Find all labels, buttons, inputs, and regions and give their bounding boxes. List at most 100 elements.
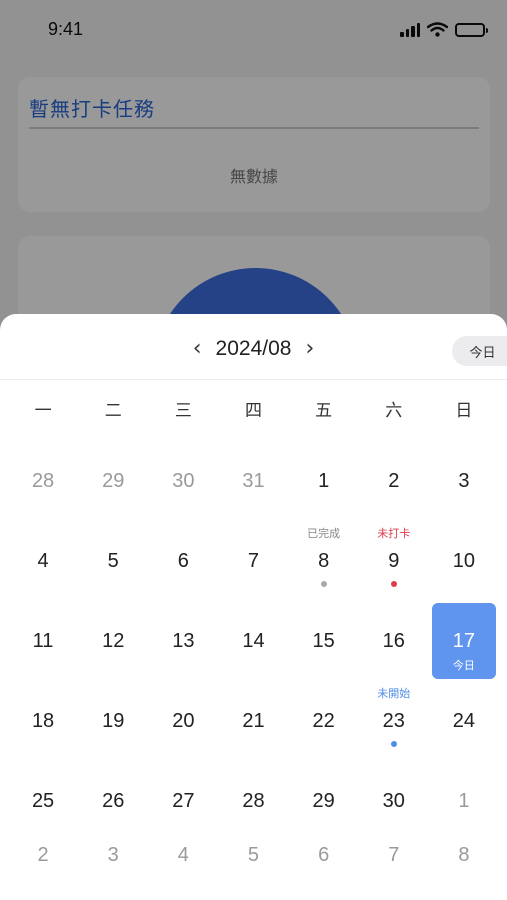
month-navigator: ‹ 2024/08 › xyxy=(0,334,507,364)
sheet-divider xyxy=(0,379,507,380)
calendar-day[interactable]: 10 xyxy=(429,523,499,603)
day-number: 9 xyxy=(388,550,400,572)
day-number: 16 xyxy=(382,630,405,652)
day-number: 18 xyxy=(31,710,55,732)
calendar-day[interactable]: 29 xyxy=(78,443,148,523)
calendar-day[interactable]: 21 xyxy=(218,683,288,763)
day-cell-inner: 29 xyxy=(292,763,356,839)
day-number: 30 xyxy=(172,470,195,492)
day-number: 1 xyxy=(318,470,330,492)
calendar-day[interactable]: 14 xyxy=(218,603,288,683)
calendar-day[interactable]: 15 xyxy=(289,603,359,683)
today-button[interactable]: 今日 xyxy=(452,336,507,366)
calendar-day[interactable]: 1 xyxy=(289,443,359,523)
day-number: 3 xyxy=(458,470,470,492)
day-cell-inner: 2 xyxy=(11,843,75,893)
calendar-day[interactable]: 4 xyxy=(8,523,78,603)
day-number: 3 xyxy=(107,844,119,866)
calendar-day[interactable]: 24 xyxy=(429,683,499,763)
calendar-day[interactable]: 7 xyxy=(218,523,288,603)
calendar-day[interactable]: 2 xyxy=(8,843,78,896)
calendar-day[interactable]: 7 xyxy=(359,843,429,896)
calendar-day[interactable]: 6 xyxy=(289,843,359,896)
day-number: 28 xyxy=(31,470,55,492)
day-number: 7 xyxy=(247,550,260,572)
calendar-day[interactable]: 3 xyxy=(429,443,499,523)
day-number: 12 xyxy=(102,630,125,652)
calendar-day-today[interactable]: 17 今日 xyxy=(429,603,499,683)
day-cell-inner: 28 xyxy=(221,763,285,839)
chevron-left-icon[interactable]: ‹ xyxy=(193,338,202,360)
day-number: 2 xyxy=(37,844,49,866)
day-cell-inner: 未開始 23 xyxy=(362,683,426,759)
day-cell-inner: 1 xyxy=(432,763,496,839)
calendar-day[interactable]: 5 xyxy=(218,843,288,896)
calendar-day[interactable]: 30 xyxy=(359,763,429,843)
calendar-day[interactable]: 20 xyxy=(148,683,218,763)
day-cell-inner: 10 xyxy=(432,523,496,599)
day-status-label: 未開始 xyxy=(377,687,411,700)
calendar-day[interactable]: 13 xyxy=(148,603,218,683)
day-cell-inner: 6 xyxy=(151,523,215,599)
day-cell-inner: 2 xyxy=(362,443,426,519)
calendar-day[interactable]: 6 xyxy=(148,523,218,603)
day-status-label: 已完成 xyxy=(307,527,341,540)
day-cell-inner: 未打卡 9 xyxy=(362,523,426,599)
calendar-day[interactable]: 已完成 8 xyxy=(289,523,359,603)
weekday-wed: 三 xyxy=(174,401,192,421)
day-cell-inner: 26 xyxy=(81,763,145,839)
calendar-day[interactable]: 18 xyxy=(8,683,78,763)
calendar-day[interactable]: 25 xyxy=(8,763,78,843)
day-cell-inner: 4 xyxy=(151,843,215,893)
day-cell-inner: 7 xyxy=(221,523,285,599)
day-number: 4 xyxy=(177,844,189,866)
day-cell-inner: 13 xyxy=(151,603,215,679)
calendar-day[interactable]: 4 xyxy=(148,843,218,896)
calendar-day[interactable]: 28 xyxy=(218,763,288,843)
calendar-day[interactable]: 2 xyxy=(359,443,429,523)
day-number: 10 xyxy=(452,550,476,572)
weekday-header: 一 二 三 四 五 六 日 xyxy=(8,396,499,421)
calendar-day[interactable]: 5 xyxy=(78,523,148,603)
weekday-mon: 一 xyxy=(34,401,52,421)
calendar-day[interactable]: 29 xyxy=(289,763,359,843)
calendar-day[interactable]: 11 xyxy=(8,603,78,683)
calendar-day[interactable]: 1 xyxy=(429,763,499,843)
day-cell-inner: 1 xyxy=(292,443,356,519)
calendar-day[interactable]: 30 xyxy=(148,443,218,523)
day-number: 22 xyxy=(312,710,335,732)
day-cell-inner: 12 xyxy=(81,603,145,679)
calendar-day[interactable]: 未開始 23 xyxy=(359,683,429,763)
day-cell-inner: 14 xyxy=(221,603,285,679)
calendar-day[interactable]: 22 xyxy=(289,683,359,763)
day-cell-inner: 22 xyxy=(292,683,356,759)
calendar-day[interactable]: 未打卡 9 xyxy=(359,523,429,603)
status-dot-icon xyxy=(390,741,397,747)
calendar-day[interactable]: 16 xyxy=(359,603,429,683)
day-number: 20 xyxy=(172,710,195,732)
day-number: 14 xyxy=(242,630,265,652)
day-number: 29 xyxy=(102,470,125,492)
calendar-day[interactable]: 28 xyxy=(8,443,78,523)
day-number: 8 xyxy=(458,844,470,866)
day-number: 31 xyxy=(242,470,265,492)
day-cell-inner: 17 今日 xyxy=(431,603,496,679)
day-number: 27 xyxy=(172,790,195,812)
day-cell-inner: 4 xyxy=(11,523,75,599)
day-cell-inner: 20 xyxy=(151,683,215,759)
day-number: 5 xyxy=(247,844,260,866)
calendar-day[interactable]: 8 xyxy=(429,843,499,896)
calendar-day[interactable]: 12 xyxy=(78,603,148,683)
day-number: 26 xyxy=(102,790,125,812)
calendar-day[interactable]: 26 xyxy=(78,763,148,843)
calendar-day[interactable]: 3 xyxy=(78,843,148,896)
day-cell-inner: 5 xyxy=(81,523,145,599)
day-number: 30 xyxy=(382,790,405,812)
day-number: 28 xyxy=(242,790,265,812)
calendar-day[interactable]: 19 xyxy=(78,683,148,763)
calendar-day[interactable]: 27 xyxy=(148,763,218,843)
calendar-day[interactable]: 31 xyxy=(218,443,288,523)
day-number: 24 xyxy=(452,710,476,732)
day-number: 15 xyxy=(312,630,335,652)
chevron-right-icon[interactable]: › xyxy=(305,338,314,360)
